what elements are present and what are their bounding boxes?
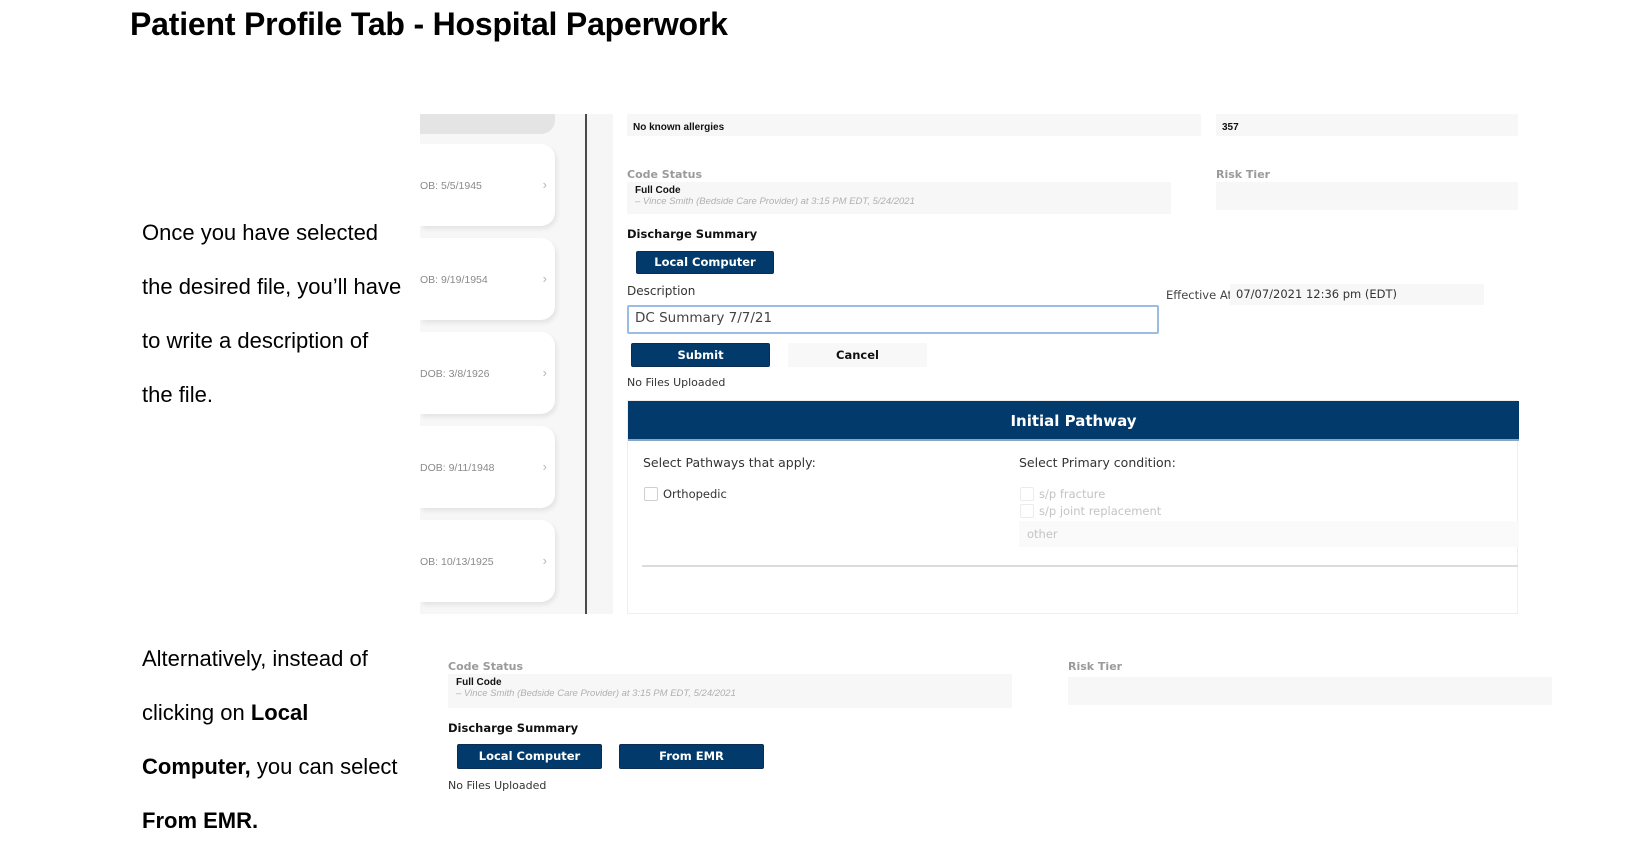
patient-card[interactable]: OB: 9/19/1954 › bbox=[420, 238, 555, 320]
top-right-value: 357 bbox=[1222, 122, 1239, 133]
code-status-label: Code Status bbox=[448, 660, 524, 673]
fracture-label: s/p fracture bbox=[1039, 487, 1106, 501]
description-input[interactable]: DC Summary 7/7/21 bbox=[627, 305, 1159, 334]
effective-at-label: Effective At bbox=[1166, 288, 1233, 302]
code-status-field: Full Code – Vince Smith (Bedside Care Pr… bbox=[448, 674, 1012, 708]
patient-dob: DOB: 9/11/1948 bbox=[420, 462, 495, 474]
initial-pathway-title: Initial Pathway bbox=[628, 401, 1519, 441]
code-status-value: Full Code bbox=[456, 677, 502, 688]
effective-at-field[interactable]: 07/07/2021 12:36 pm (EDT) bbox=[1230, 284, 1484, 305]
instruction-description: Once you have selected the desired file,… bbox=[142, 220, 402, 407]
patient-card[interactable]: DOB: 9/11/1948 › bbox=[420, 426, 555, 508]
pathways-label: Select Pathways that apply: bbox=[643, 455, 816, 470]
fracture-checkbox[interactable] bbox=[1020, 487, 1034, 501]
patient-card[interactable]: DOB: 3/8/1926 › bbox=[420, 332, 555, 414]
screenshot-description-form: OB: 5/5/1945 › OB: 9/19/1954 › DOB: 3/8/… bbox=[420, 114, 1588, 614]
orthopedic-checkbox[interactable] bbox=[644, 487, 658, 501]
code-status-attribution: – Vince Smith (Bedside Care Provider) at… bbox=[456, 688, 736, 699]
document-title: Patient Profile Tab - Hospital Paperwork bbox=[130, 6, 728, 42]
patient-dob: OB: 9/19/1954 bbox=[420, 274, 488, 286]
patient-dob: DOB: 3/8/1926 bbox=[420, 368, 490, 380]
discharge-summary-heading: Discharge Summary bbox=[448, 721, 579, 735]
code-status-value: Full Code bbox=[635, 185, 681, 196]
cancel-button[interactable]: Cancel bbox=[788, 343, 927, 367]
patient-card[interactable]: OB: 10/13/1925 › bbox=[420, 520, 555, 602]
code-status-label: Code Status bbox=[627, 168, 703, 181]
panel-gutter bbox=[587, 114, 613, 614]
from-emr-button[interactable]: From EMR bbox=[619, 744, 764, 769]
instruction-from-emr: Alternatively, instead of clicking on Lo… bbox=[142, 632, 402, 848]
risk-tier-label: Risk Tier bbox=[1216, 168, 1271, 181]
code-status-field: Full Code – Vince Smith (Bedside Care Pr… bbox=[627, 182, 1171, 214]
risk-tier-field bbox=[1068, 677, 1552, 705]
chevron-right-icon: › bbox=[542, 177, 547, 192]
primary-condition-label: Select Primary condition: bbox=[1019, 455, 1176, 470]
patient-sidebar: OB: 5/5/1945 › OB: 9/19/1954 › DOB: 3/8/… bbox=[420, 114, 585, 614]
allergies-value: No known allergies bbox=[633, 122, 725, 133]
submit-button[interactable]: Submit bbox=[631, 343, 770, 367]
patient-dob: OB: 5/5/1945 bbox=[420, 180, 482, 192]
risk-tier-label: Risk Tier bbox=[1068, 660, 1123, 673]
chevron-right-icon: › bbox=[542, 271, 547, 286]
top-right-field: 357 bbox=[1216, 114, 1518, 136]
risk-tier-field bbox=[1216, 182, 1518, 210]
joint-replacement-checkbox[interactable] bbox=[1020, 504, 1034, 518]
patient-dob: OB: 10/13/1925 bbox=[420, 556, 494, 568]
chevron-right-icon: › bbox=[542, 459, 547, 474]
description-label: Description bbox=[627, 284, 696, 298]
pathway-divider bbox=[642, 565, 1518, 567]
other-condition-input[interactable]: other bbox=[1019, 521, 1519, 547]
allergies-field: No known allergies bbox=[627, 114, 1201, 136]
instruction-bold-from-emr: From EMR. bbox=[142, 808, 259, 833]
discharge-summary-heading: Discharge Summary bbox=[627, 227, 758, 241]
initial-pathway-panel: Initial Pathway Select Pathways that app… bbox=[627, 400, 1519, 614]
joint-replacement-label: s/p joint replacement bbox=[1039, 504, 1162, 518]
files-status: No Files Uploaded bbox=[448, 779, 547, 792]
local-computer-button[interactable]: Local Computer bbox=[457, 744, 602, 769]
files-status: No Files Uploaded bbox=[627, 376, 726, 389]
orthopedic-label: Orthopedic bbox=[663, 487, 727, 501]
chevron-right-icon: › bbox=[542, 553, 547, 568]
local-computer-button[interactable]: Local Computer bbox=[636, 251, 774, 274]
patient-profile-content: No known allergies 357 Code Status Full … bbox=[613, 114, 1588, 614]
code-status-attribution: – Vince Smith (Bedside Care Provider) at… bbox=[635, 196, 915, 207]
screenshot-from-emr: Code Status Full Code – Vince Smith (Bed… bbox=[448, 660, 1608, 810]
instruction-text: you can select bbox=[250, 754, 398, 779]
chevron-right-icon: › bbox=[542, 365, 547, 380]
patient-card[interactable]: OB: 5/5/1945 › bbox=[420, 144, 555, 226]
sidebar-card-partial bbox=[420, 114, 555, 134]
